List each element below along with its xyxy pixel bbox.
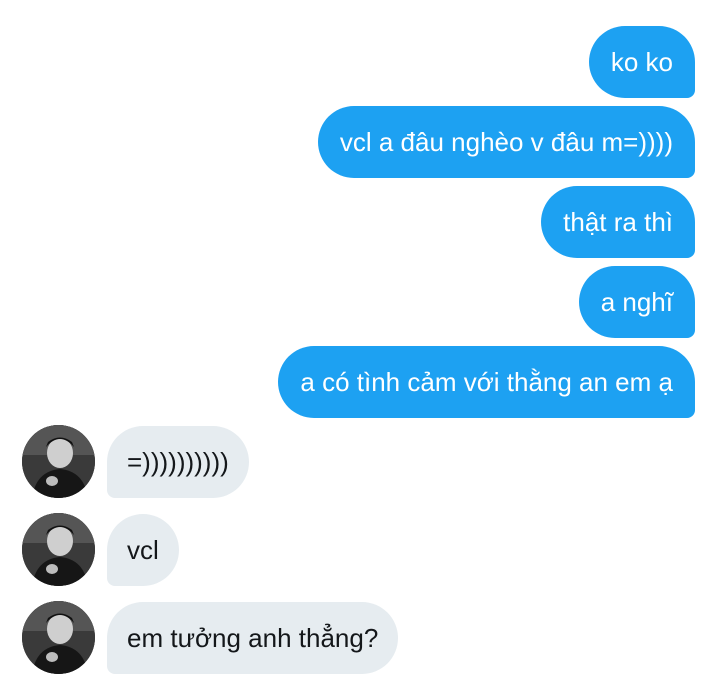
message-text: a nghĩ: [600, 287, 673, 317]
message-text: vcl a đâu nghèo v đâu m=)))): [339, 127, 673, 157]
outgoing-message-bubble[interactable]: a nghĩ: [578, 266, 695, 338]
message-text: =)))))))))): [127, 447, 229, 477]
outgoing-message-bubble[interactable]: vcl a đâu nghèo v đâu m=)))): [317, 106, 695, 178]
avatar-photo-icon: [22, 425, 95, 498]
message-text: em tưởng anh thẳng?: [127, 623, 379, 653]
sender-avatar[interactable]: [22, 601, 95, 674]
message-text: ko ko: [610, 47, 673, 77]
incoming-message-bubble[interactable]: vcl: [107, 514, 179, 586]
sender-avatar[interactable]: [22, 513, 95, 586]
sender-avatar[interactable]: [22, 425, 95, 498]
incoming-message-bubble[interactable]: em tưởng anh thẳng?: [107, 602, 399, 674]
avatar-photo-icon: [22, 601, 95, 674]
incoming-message-bubble[interactable]: =)))))))))): [107, 426, 249, 498]
outgoing-message-bubble[interactable]: thật ra thì: [541, 186, 695, 258]
message-thread: ko ko vcl a đâu nghèo v đâu m=)))) thật …: [0, 0, 719, 685]
outgoing-message-bubble[interactable]: a có tình cảm với thằng an em ạ: [278, 346, 695, 418]
message-text: thật ra thì: [563, 207, 673, 237]
message-text: vcl: [127, 535, 159, 565]
outgoing-message-bubble[interactable]: ko ko: [588, 26, 695, 98]
avatar-photo-icon: [22, 513, 95, 586]
message-text: a có tình cảm với thằng an em ạ: [300, 367, 673, 397]
